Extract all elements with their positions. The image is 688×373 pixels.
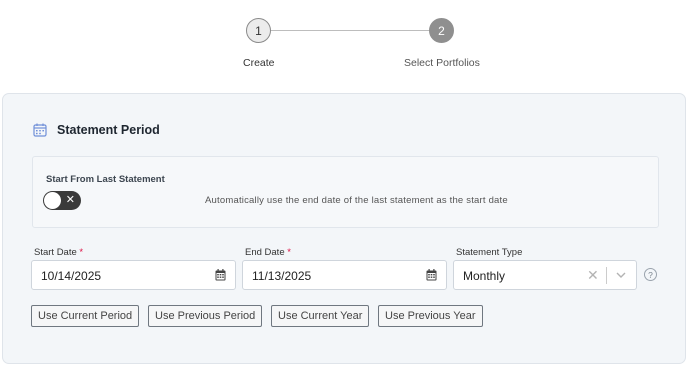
start-from-last-statement-toggle[interactable]: ✕ <box>43 191 81 210</box>
calendar-icon[interactable] <box>426 269 437 281</box>
step-2-label: Select Portfolios <box>404 57 480 69</box>
close-icon[interactable]: ✕ <box>587 267 599 283</box>
step-1-label: Create <box>243 57 275 69</box>
start-from-last-statement-box: Start From Last Statement ✕ Automaticall… <box>32 156 659 228</box>
section-title: Statement Period <box>57 123 160 137</box>
end-date-input[interactable]: 11/13/2025 <box>242 260 447 290</box>
start-date-label: Start Date * <box>34 247 83 258</box>
step-2-number: 2 <box>438 23 445 38</box>
start-date-input[interactable]: 10/14/2025 <box>31 260 236 290</box>
section-header: Statement Period <box>33 123 160 137</box>
toggle-description: Automatically use the end date of the la… <box>205 195 508 206</box>
select-separator <box>606 267 607 284</box>
end-date-value: 11/13/2025 <box>252 269 312 283</box>
step-1-number: 1 <box>255 23 262 38</box>
start-date-label-text: Start Date <box>34 247 77 258</box>
required-mark: * <box>287 247 291 258</box>
statement-type-select[interactable]: Monthly ✕ <box>453 260 637 290</box>
step-connector <box>271 30 429 31</box>
calendar-icon[interactable] <box>215 269 226 281</box>
use-previous-period-button[interactable]: Use Previous Period <box>148 305 263 327</box>
statement-period-panel: Statement Period Start From Last Stateme… <box>2 93 686 364</box>
start-date-value: 10/14/2025 <box>41 269 102 283</box>
toggle-title: Start From Last Statement <box>46 174 165 185</box>
calendar-icon <box>33 123 47 137</box>
chevron-down-icon[interactable] <box>615 268 627 282</box>
step-1-circle[interactable]: 1 <box>246 18 271 43</box>
toggle-knob <box>44 192 61 209</box>
use-previous-year-button[interactable]: Use Previous Year <box>378 305 483 327</box>
statement-type-label: Statement Type <box>456 247 523 258</box>
step-2-circle[interactable]: 2 <box>429 18 454 43</box>
close-icon: ✕ <box>65 194 75 206</box>
end-date-label: End Date * <box>245 247 291 258</box>
stepper: 1 2 Create Select Portfolios <box>0 0 688 90</box>
end-date-label-text: End Date <box>245 247 285 258</box>
use-current-period-button[interactable]: Use Current Period <box>31 305 140 327</box>
statement-type-value: Monthly <box>463 269 506 283</box>
use-current-year-button[interactable]: Use Current Year <box>271 305 370 327</box>
help-icon[interactable]: ? <box>644 268 657 281</box>
required-mark: * <box>79 247 84 258</box>
